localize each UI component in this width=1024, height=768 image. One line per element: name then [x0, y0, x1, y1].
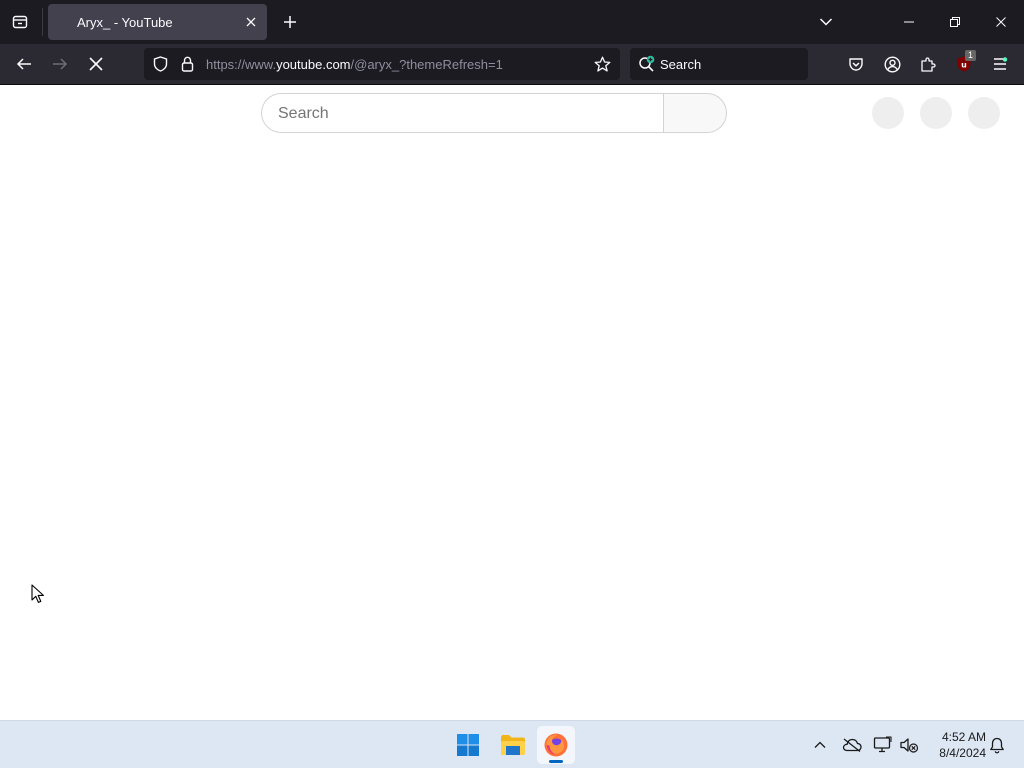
search-icon [639, 55, 655, 72]
firefox-icon [544, 733, 568, 757]
cloud-offline-icon [842, 738, 862, 752]
restore-icon [950, 17, 960, 27]
lock-icon [181, 56, 193, 72]
cursor-arrow-icon [31, 584, 44, 603]
web-page-content: Search [0, 85, 1024, 720]
stop-icon [89, 57, 103, 71]
firefox-view-icon [12, 15, 28, 29]
restore-button[interactable] [932, 0, 978, 44]
youtube-search-button[interactable] [663, 93, 727, 133]
pocket-icon [849, 58, 863, 71]
arrow-right-icon [53, 58, 68, 70]
network-button[interactable] [871, 733, 895, 757]
window-close-button[interactable] [978, 0, 1024, 44]
extensions-button[interactable] [912, 48, 944, 80]
forward-button[interactable] [44, 48, 76, 80]
start-button[interactable] [449, 726, 487, 764]
volume-button[interactable] [897, 733, 921, 757]
mouse-cursor [31, 584, 45, 609]
site-security-icon[interactable] [179, 56, 195, 72]
chevron-up-icon [814, 741, 826, 748]
back-button[interactable] [8, 48, 40, 80]
notifications-button[interactable] [985, 733, 1009, 757]
star-icon [594, 56, 610, 72]
clock-date: 8/4/2024 [939, 746, 986, 760]
youtube-search-input[interactable]: Search [261, 93, 664, 133]
tab-active[interactable]: Aryx_ - YouTube [48, 4, 267, 40]
close-icon [246, 17, 256, 27]
speaker-muted-icon [900, 738, 919, 753]
search-bar-placeholder: Search [660, 57, 702, 72]
account-icon [883, 55, 901, 73]
search-engine-icon[interactable] [638, 55, 656, 73]
app-menu-button[interactable] [984, 48, 1016, 80]
pocket-button[interactable] [840, 48, 872, 80]
tab-close-button[interactable] [239, 10, 263, 34]
bookmark-star-button[interactable] [593, 55, 611, 73]
clock-time: 4:52 AM [941, 730, 986, 744]
header-placeholder-circle-3 [968, 97, 1000, 129]
navigation-toolbar: https://www.youtube.com/@aryx_?themeRefr… [0, 44, 1024, 85]
header-placeholder-circle-1 [872, 97, 904, 129]
show-hidden-icons-button[interactable] [808, 733, 832, 757]
tracking-protection-icon[interactable] [152, 56, 168, 72]
url-bar[interactable]: https://www.youtube.com/@aryx_?themeRefr… [144, 48, 620, 80]
windows-logo-icon [457, 734, 479, 756]
network-monitor-icon [873, 736, 892, 753]
close-icon [996, 17, 1006, 27]
tab-title: Aryx_ - YouTube [77, 15, 173, 30]
firefox-taskbar-button[interactable] [537, 726, 575, 764]
taskbar-clock[interactable]: 4:52 AM 8/4/2024 [926, 729, 986, 761]
onedrive-button[interactable] [840, 733, 864, 757]
file-explorer-button[interactable] [494, 726, 532, 764]
minimize-icon [904, 21, 914, 23]
arrow-left-icon [16, 58, 31, 70]
shield-icon [153, 56, 167, 72]
plus-icon [284, 16, 296, 28]
account-button[interactable] [876, 48, 908, 80]
list-all-tabs-button[interactable] [810, 6, 842, 38]
browser-search-bar[interactable]: Search [630, 48, 808, 80]
url-text: https://www.youtube.com/@aryx_?themeRefr… [206, 57, 503, 72]
taskbar: 4:52 AM 8/4/2024 [0, 720, 1024, 768]
ublock-origin-button[interactable]: u 1 [948, 48, 980, 80]
new-tab-button[interactable] [274, 6, 306, 38]
tab-list-button[interactable] [4, 6, 36, 38]
tab-strip: Aryx_ - YouTube [0, 0, 1024, 44]
chevron-down-icon [819, 18, 833, 26]
bell-icon [990, 737, 1004, 753]
youtube-search-placeholder: Search [278, 105, 329, 122]
tab-separator [42, 8, 43, 36]
svg-text:u: u [961, 61, 967, 70]
running-app-indicator [549, 760, 563, 763]
header-placeholder-circle-2 [920, 97, 952, 129]
minimize-button[interactable] [886, 0, 932, 44]
puzzle-icon [920, 56, 936, 72]
extension-badge-count: 1 [965, 50, 976, 61]
hamburger-menu-icon [994, 57, 1008, 70]
stop-loading-button[interactable] [80, 48, 112, 80]
folder-icon [501, 735, 525, 755]
